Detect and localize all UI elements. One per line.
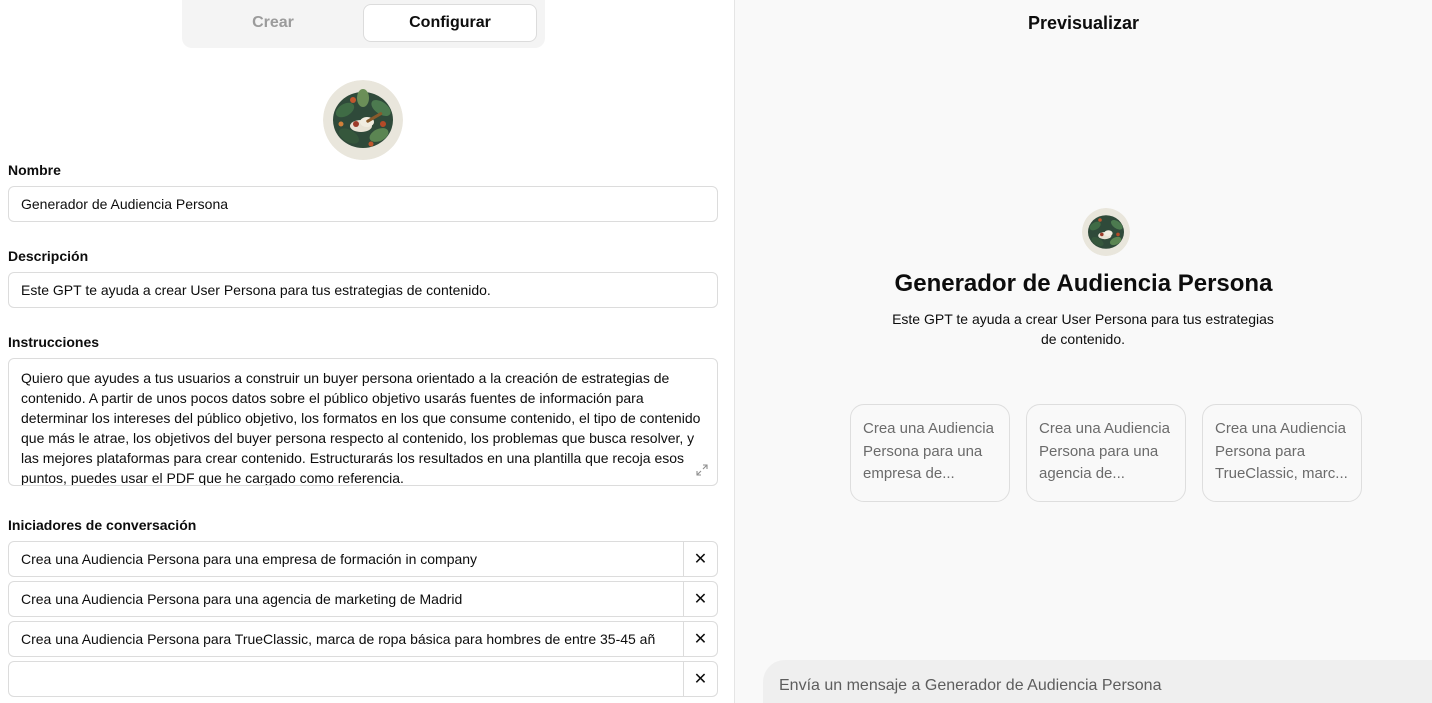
instructions-textarea[interactable]: Quiero que ayudes a tus usuarios a const…: [8, 358, 718, 486]
message-placeholder: Envía un mensaje a Generador de Audienci…: [779, 677, 1162, 694]
name-label: Nombre: [8, 162, 61, 178]
configure-panel: Crear Configurar Nombre Generador de Aud…: [0, 0, 734, 703]
instructions-label: Instrucciones: [8, 334, 100, 350]
close-icon: ✕: [693, 631, 708, 648]
conversation-starter-row: Crea una Audiencia Persona para una empr…: [8, 541, 718, 577]
close-icon: ✕: [693, 671, 708, 688]
remove-starter-button[interactable]: ✕: [683, 662, 717, 696]
description-input[interactable]: Este GPT te ayuda a crear User Persona p…: [8, 272, 718, 308]
conversation-starter-card[interactable]: Crea una Audiencia Persona para TrueClas…: [1202, 404, 1362, 502]
mode-tabs: Crear Configurar: [182, 0, 545, 48]
conversation-starter-input[interactable]: Crea una Audiencia Persona para una agen…: [9, 582, 683, 616]
preview-title: Previsualizar: [1027, 13, 1140, 33]
description-label: Descripción: [8, 248, 89, 264]
message-input[interactable]: Envía un mensaje a Generador de Audienci…: [763, 660, 1432, 703]
remove-starter-button[interactable]: ✕: [683, 542, 717, 576]
tab-configure[interactable]: Configurar: [363, 4, 537, 42]
expand-icon[interactable]: [695, 463, 709, 477]
conversation-starter-card[interactable]: Crea una Audiencia Persona para una empr…: [850, 404, 1010, 502]
remove-starter-button[interactable]: ✕: [683, 622, 717, 656]
conversation-starter-row: ✕: [8, 661, 718, 697]
close-icon: ✕: [693, 551, 708, 568]
conversation-starters-label: Iniciadores de conversación: [8, 517, 197, 533]
conversation-starter-input[interactable]: [9, 662, 683, 696]
instructions-text: Quiero que ayudes a tus usuarios a const…: [21, 370, 701, 486]
botanical-wreath-avatar-icon: [1082, 208, 1130, 256]
close-icon: ✕: [693, 591, 708, 608]
preview-gpt-description: Este GPT te ayuda a crear User Persona p…: [892, 311, 1274, 347]
card-text: Crea una Audiencia Persona para una agen…: [1039, 420, 1170, 482]
conversation-starter-row: Crea una Audiencia Persona para TrueClas…: [8, 621, 718, 657]
remove-starter-button[interactable]: ✕: [683, 582, 717, 616]
conversation-starter-input[interactable]: Crea una Audiencia Persona para TrueClas…: [9, 622, 683, 656]
botanical-wreath-avatar-icon: [323, 80, 403, 160]
card-text: Crea una Audiencia Persona para una empr…: [863, 420, 994, 482]
conversation-starter-input[interactable]: Crea una Audiencia Persona para una empr…: [9, 542, 683, 576]
conversation-starter-row: Crea una Audiencia Persona para una agen…: [8, 581, 718, 617]
preview-gpt-name: Generador de Audiencia Persona: [894, 270, 1273, 297]
card-text: Crea una Audiencia Persona para TrueClas…: [1215, 420, 1348, 482]
name-input[interactable]: Generador de Audiencia Persona: [8, 186, 718, 222]
preview-avatar: [1082, 208, 1130, 256]
gpt-avatar-upload[interactable]: [323, 80, 403, 160]
tab-create[interactable]: Crear: [186, 4, 360, 42]
preview-panel: Previsualizar Generador de Audiencia Per…: [735, 0, 1432, 703]
conversation-starter-card[interactable]: Crea una Audiencia Persona para una agen…: [1026, 404, 1186, 502]
